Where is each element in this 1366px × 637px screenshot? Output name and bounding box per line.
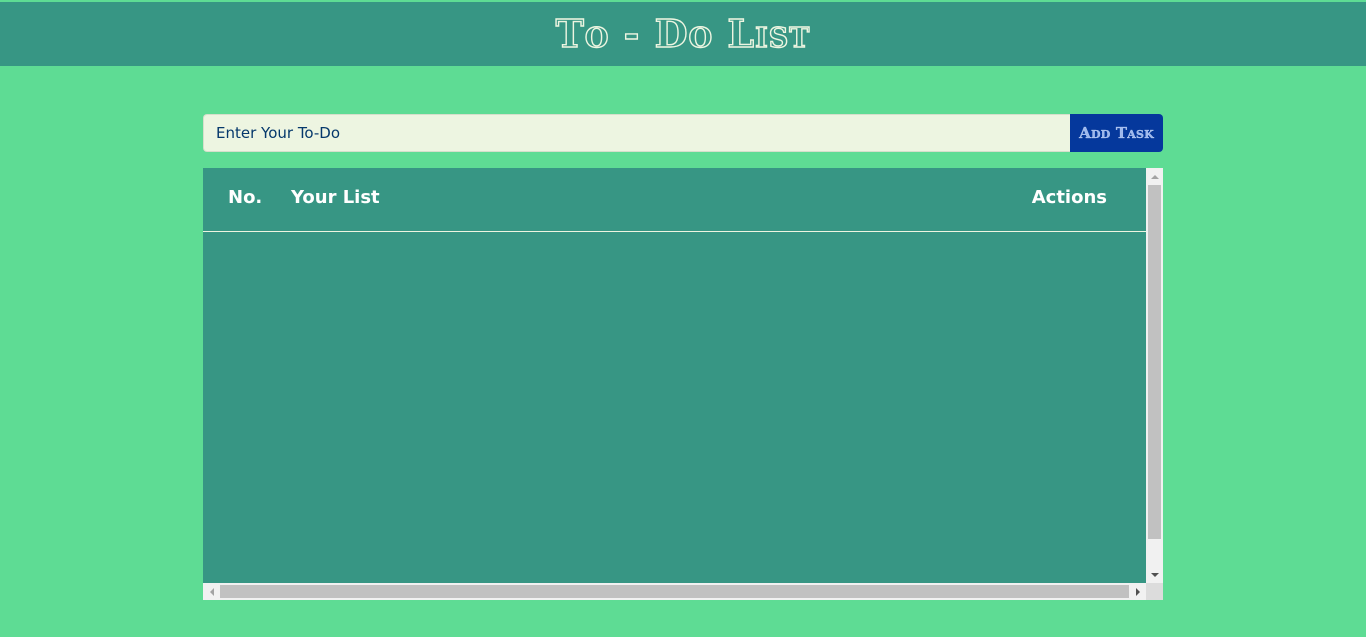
scroll-right-arrow-icon[interactable]: [1129, 583, 1146, 600]
column-header-number: No.: [228, 187, 263, 208]
add-task-form: Add Task: [203, 114, 1163, 152]
scroll-down-arrow-icon[interactable]: [1146, 566, 1163, 583]
add-task-button[interactable]: Add Task: [1070, 114, 1163, 152]
app-title: To - Do List: [555, 11, 811, 56]
vertical-scrollbar[interactable]: [1146, 168, 1163, 583]
scrollbar-corner: [1146, 583, 1163, 600]
column-header-task: Your List: [291, 187, 380, 208]
todo-table: No. Your List Actions: [203, 168, 1163, 600]
todo-list-body: [203, 232, 1146, 583]
scroll-up-arrow-icon[interactable]: [1146, 168, 1163, 185]
horizontal-scroll-thumb[interactable]: [220, 585, 1129, 598]
scroll-left-arrow-icon[interactable]: [203, 583, 220, 600]
column-header-actions: Actions: [1031, 187, 1107, 208]
app-header: To - Do List: [0, 2, 1366, 66]
vertical-scroll-thumb[interactable]: [1148, 185, 1161, 539]
table-header: No. Your List Actions: [203, 168, 1146, 232]
todo-input[interactable]: [203, 114, 1070, 152]
horizontal-scrollbar[interactable]: [203, 583, 1146, 600]
